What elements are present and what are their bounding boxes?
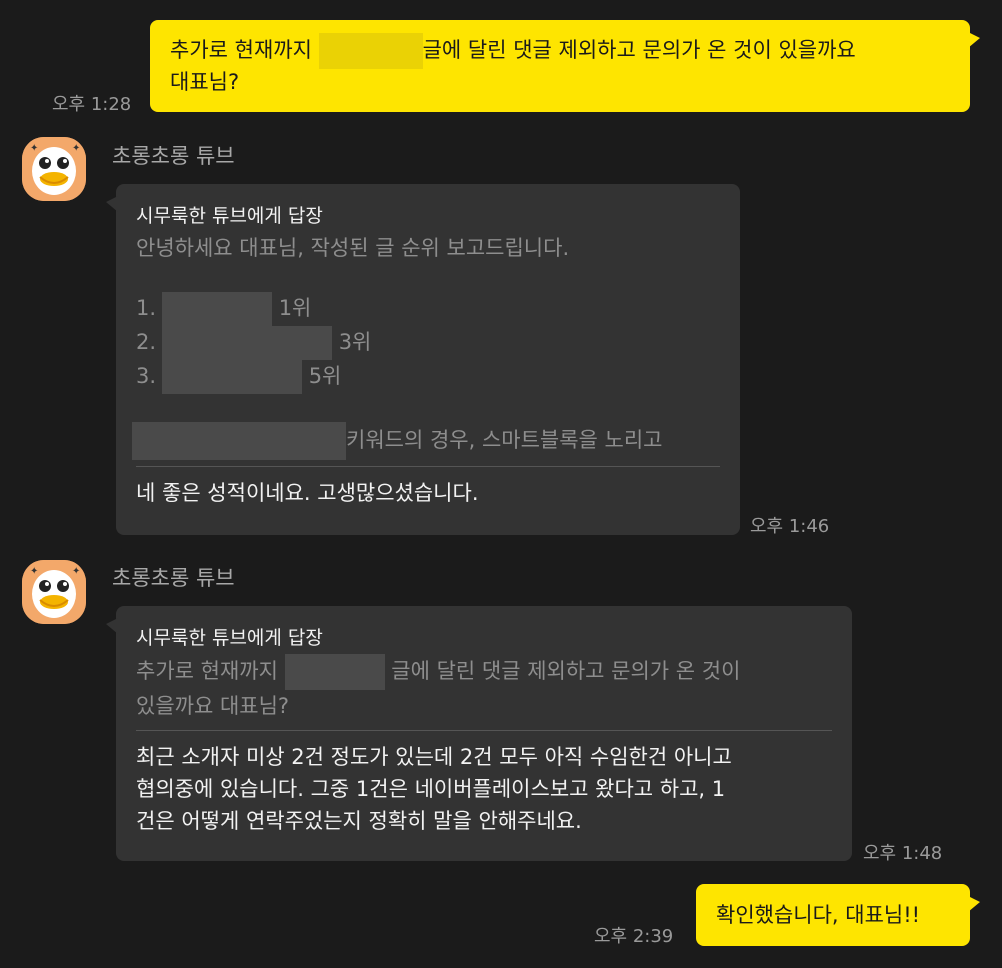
- reply-quote[interactable]: 추가로 현재까지 글에 달린 댓글 제외하고 문의가 온 것이 있을까요 대표님…: [136, 654, 832, 722]
- reply-message-bubble[interactable]: 시무룩한 튜브에게 답장 추가로 현재까지 글에 달린 댓글 제외하고 문의가 …: [106, 606, 852, 861]
- list-item: 1. 1위: [136, 292, 720, 326]
- svg-text:✦: ✦: [72, 143, 80, 154]
- svg-text:✦: ✦: [72, 566, 80, 577]
- chat-window: 추가로 현재까지 글에 달린 댓글 제외하고 문의가 온 것이 있을까요 대표님…: [0, 0, 1002, 968]
- message-text: 추가로 현재까지: [170, 38, 319, 62]
- redacted-block: [318, 33, 423, 69]
- quote-text: 키워드의 경우, 스마트블록을 노리고: [346, 428, 663, 452]
- timestamp: 오후 1:46: [750, 516, 830, 537]
- reply-divider: [136, 466, 720, 467]
- message-text: 건은 어떻게 연락주었는지 정확히 말을 안해주네요.: [136, 809, 582, 833]
- my-message-bubble[interactable]: 추가로 현재까지 글에 달린 댓글 제외하고 문의가 온 것이 있을까요 대표님…: [150, 20, 980, 112]
- redacted-block: [162, 292, 272, 326]
- reply-header: 시무룩한 튜브에게 답장: [136, 205, 323, 227]
- message-text: 대표님?: [170, 70, 240, 94]
- list-rank: 5위: [308, 364, 342, 388]
- list-rank: 1위: [278, 296, 312, 320]
- sender-name: 초롱초롱 튜브: [112, 566, 235, 590]
- reply-header: 시무룩한 튜브에게 답장: [136, 627, 323, 649]
- message-text: 최근 소개자 미상 2건 정도가 있는데 2건 모두 아직 수임한건 아니고: [136, 745, 732, 769]
- timestamp: 오후 1:48: [863, 843, 943, 864]
- message-text: 확인했습니다, 대표님!!: [716, 903, 921, 927]
- reply-divider: [136, 730, 832, 731]
- list-number: 3.: [136, 364, 157, 388]
- reply-message-bubble[interactable]: 시무룩한 튜브에게 답장 안녕하세요 대표님, 작성된 글 순위 보고드립니다.…: [106, 184, 740, 535]
- list-rank: 3위: [338, 330, 372, 354]
- quote-line: 추가로 현재까지 글에 달린 댓글 제외하고 문의가 온 것이: [136, 654, 832, 690]
- redacted-block: [284, 654, 385, 690]
- quote-text: 추가로 현재까지: [136, 659, 285, 683]
- svg-text:✦: ✦: [30, 566, 38, 577]
- timestamp: 오후 2:39: [594, 926, 674, 947]
- quote-line: 키워드의 경우, 스마트블록을 노리고: [132, 422, 720, 460]
- avatar[interactable]: ✦ ✦: [22, 137, 86, 201]
- list-number: 2.: [136, 330, 157, 354]
- timestamp: 오후 1:28: [52, 94, 132, 115]
- message-text: 협의중에 있습니다. 그중 1건은 네이버플레이스보고 왔다고 하고, 1: [136, 777, 726, 801]
- list-number: 1.: [136, 296, 157, 320]
- message-text: 글에 달린 댓글 제외하고 문의가 온 것이 있을까요: [422, 38, 856, 62]
- reply-quote[interactable]: 안녕하세요 대표님, 작성된 글 순위 보고드립니다. 1. 1위 2. 3위 …: [132, 232, 720, 460]
- tube-character-icon: ✦ ✦: [22, 560, 86, 624]
- list-item: 3. 5위: [136, 360, 720, 394]
- quote-line: 안녕하세요 대표님, 작성된 글 순위 보고드립니다.: [136, 236, 570, 260]
- avatar[interactable]: ✦ ✦: [22, 560, 86, 624]
- list-item: 2. 3위: [136, 326, 720, 360]
- redacted-block: [162, 360, 302, 394]
- message-text: 네 좋은 성적이네요. 고생많으셨습니다.: [136, 481, 479, 505]
- quote-text: 글에 달린 댓글 제외하고 문의가 온 것이: [384, 659, 741, 683]
- quote-line: 있을까요 대표님?: [136, 694, 290, 718]
- message-line: 추가로 현재까지 글에 달린 댓글 제외하고 문의가 온 것이 있을까요: [170, 33, 950, 69]
- redacted-block: [132, 422, 346, 460]
- svg-text:✦: ✦: [30, 143, 38, 154]
- tube-character-icon: ✦ ✦: [22, 137, 86, 201]
- my-message-bubble[interactable]: 확인했습니다, 대표님!!: [696, 884, 980, 946]
- redacted-block: [162, 326, 332, 360]
- sender-name: 초롱초롱 튜브: [112, 144, 235, 168]
